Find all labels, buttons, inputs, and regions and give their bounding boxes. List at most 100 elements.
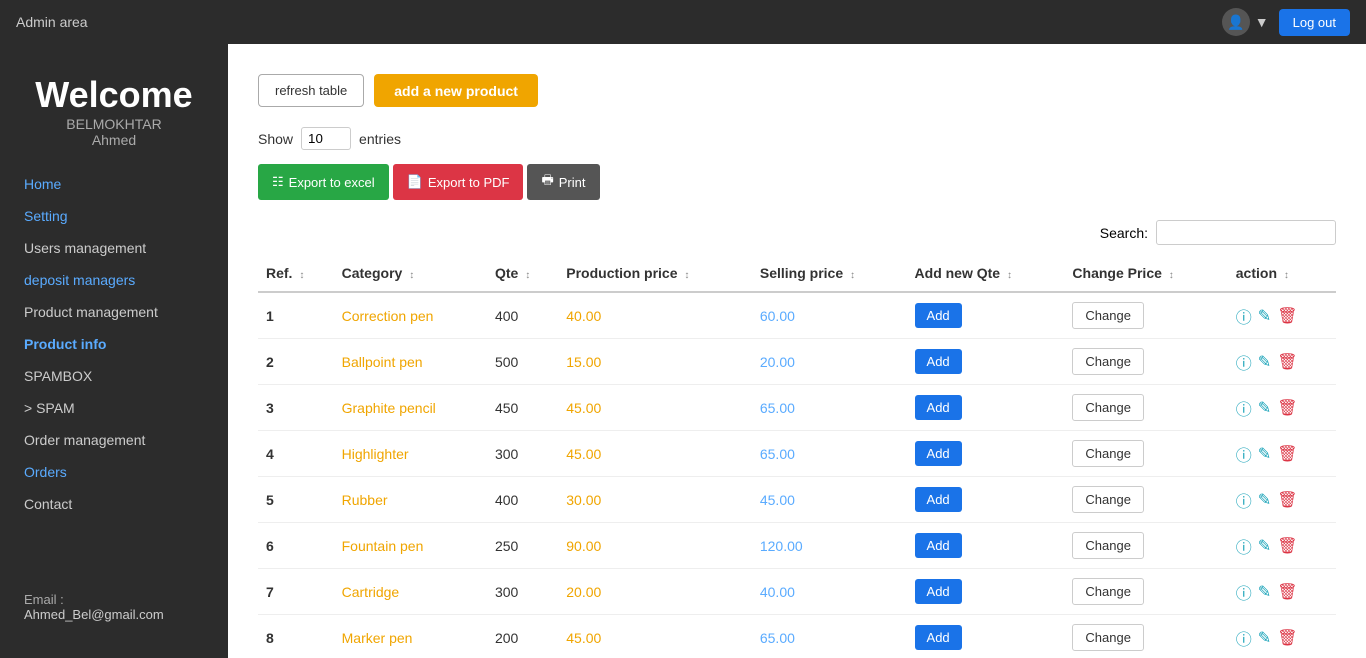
change-price-button[interactable]: Change: [1072, 486, 1144, 513]
refresh-table-button[interactable]: refresh table: [258, 74, 364, 107]
cell-action: ⓘ ✎ 🗑: [1228, 385, 1336, 431]
admin-area-title: Admin area: [16, 14, 88, 30]
cell-change-price: Change: [1064, 339, 1227, 385]
info-icon[interactable]: ⓘ: [1236, 350, 1252, 374]
info-icon[interactable]: ⓘ: [1236, 580, 1252, 604]
info-icon[interactable]: ⓘ: [1236, 396, 1252, 420]
col-add-qte: Add new Qte ↕: [907, 255, 1065, 292]
sidebar-item-deposit-managers[interactable]: deposit managers: [0, 264, 228, 296]
cell-qte: 450: [487, 385, 558, 431]
sort-ref-icon[interactable]: ↕: [299, 270, 304, 281]
cell-action: ⓘ ✎ 🗑: [1228, 431, 1336, 477]
change-price-button[interactable]: Change: [1072, 348, 1144, 375]
info-icon[interactable]: ⓘ: [1236, 304, 1252, 328]
change-price-button[interactable]: Change: [1072, 578, 1144, 605]
delete-icon[interactable]: 🗑: [1277, 536, 1297, 556]
change-price-button[interactable]: Change: [1072, 532, 1144, 559]
sort-prod-price-icon[interactable]: ↕: [684, 270, 689, 281]
edit-icon[interactable]: ✎: [1258, 352, 1271, 372]
add-product-button[interactable]: add a new product: [374, 74, 538, 107]
sort-add-qte-icon[interactable]: ↕: [1007, 270, 1012, 281]
cell-add-qte: Add: [907, 615, 1065, 658]
add-qty-button[interactable]: Add: [915, 533, 962, 558]
sort-qte-icon[interactable]: ↕: [525, 270, 530, 281]
col-prod-price: Production price ↕: [558, 255, 752, 292]
edit-icon[interactable]: ✎: [1258, 490, 1271, 510]
export-excel-button[interactable]: ☷ Export to excel: [258, 164, 389, 200]
delete-icon[interactable]: 🗑: [1277, 398, 1297, 418]
delete-icon[interactable]: 🗑: [1277, 306, 1297, 326]
email-value: Ahmed_Bel@gmail.com: [24, 607, 164, 622]
cell-change-price: Change: [1064, 615, 1227, 658]
edit-icon[interactable]: ✎: [1258, 582, 1271, 602]
sort-category-icon[interactable]: ↕: [409, 270, 414, 281]
email-label: Email :: [24, 592, 204, 607]
edit-icon[interactable]: ✎: [1258, 628, 1271, 648]
entries-input[interactable]: [301, 127, 351, 150]
sort-action-icon[interactable]: ↕: [1284, 270, 1289, 281]
col-change-price: Change Price ↕: [1064, 255, 1227, 292]
print-button[interactable]: 🖶 Print: [527, 164, 599, 200]
logout-button[interactable]: Log out: [1279, 9, 1350, 36]
cell-sell-price: 45.00: [752, 477, 907, 523]
add-qty-button[interactable]: Add: [915, 625, 962, 650]
sidebar-item-product-management: Product management: [0, 296, 228, 328]
search-input[interactable]: [1156, 220, 1336, 245]
change-price-button[interactable]: Change: [1072, 302, 1144, 329]
sidebar-item-spam: > SPAM: [0, 392, 228, 424]
delete-icon[interactable]: 🗑: [1277, 582, 1297, 602]
main-content: refresh table add a new product Show ent…: [228, 44, 1366, 658]
sidebar-item-setting[interactable]: Setting: [0, 200, 228, 232]
welcome-heading: Welcome: [20, 74, 208, 116]
edit-icon[interactable]: ✎: [1258, 444, 1271, 464]
cell-change-price: Change: [1064, 385, 1227, 431]
show-label: Show: [258, 131, 293, 147]
cell-change-price: Change: [1064, 569, 1227, 615]
sidebar-footer: Email : Ahmed_Bel@gmail.com: [0, 576, 228, 638]
add-qty-button[interactable]: Add: [915, 487, 962, 512]
cell-prod-price: 90.00: [558, 523, 752, 569]
cell-sell-price: 65.00: [752, 431, 907, 477]
table-row: 4 Highlighter 300 45.00 65.00 Add Change…: [258, 431, 1336, 477]
cell-qte: 200: [487, 615, 558, 658]
sidebar-item-order-management: Order management: [0, 424, 228, 456]
edit-icon[interactable]: ✎: [1258, 398, 1271, 418]
cell-action: ⓘ ✎ 🗑: [1228, 523, 1336, 569]
info-icon[interactable]: ⓘ: [1236, 534, 1252, 558]
table-row: 8 Marker pen 200 45.00 65.00 Add Change …: [258, 615, 1336, 658]
pdf-icon: 📄: [407, 174, 423, 190]
add-qty-button[interactable]: Add: [915, 579, 962, 604]
sidebar-item-home[interactable]: Home: [0, 168, 228, 200]
change-price-button[interactable]: Change: [1072, 624, 1144, 651]
user-menu[interactable]: 👤 ▼: [1222, 8, 1269, 36]
cell-qte: 400: [487, 292, 558, 339]
sort-change-price-icon[interactable]: ↕: [1169, 270, 1174, 281]
add-qty-button[interactable]: Add: [915, 303, 962, 328]
info-icon[interactable]: ⓘ: [1236, 442, 1252, 466]
export-pdf-button[interactable]: 📄 Export to PDF: [393, 164, 524, 200]
info-icon[interactable]: ⓘ: [1236, 488, 1252, 512]
sidebar-item-product-info[interactable]: Product info: [0, 328, 228, 360]
cell-prod-price: 30.00: [558, 477, 752, 523]
cell-ref: 8: [258, 615, 334, 658]
cell-prod-price: 15.00: [558, 339, 752, 385]
info-icon[interactable]: ⓘ: [1236, 626, 1252, 650]
add-qty-button[interactable]: Add: [915, 349, 962, 374]
sort-sell-price-icon[interactable]: ↕: [850, 270, 855, 281]
add-qty-button[interactable]: Add: [915, 395, 962, 420]
sidebar-item-orders[interactable]: Orders: [0, 456, 228, 488]
delete-icon[interactable]: 🗑: [1277, 628, 1297, 648]
sidebar: Welcome BELMOKHTAR Ahmed Home Setting Us…: [0, 44, 228, 658]
change-price-button[interactable]: Change: [1072, 440, 1144, 467]
delete-icon[interactable]: 🗑: [1277, 444, 1297, 464]
cell-category: Ballpoint pen: [334, 339, 487, 385]
search-label: Search:: [1100, 225, 1148, 241]
edit-icon[interactable]: ✎: [1258, 536, 1271, 556]
change-price-button[interactable]: Change: [1072, 394, 1144, 421]
delete-icon[interactable]: 🗑: [1277, 352, 1297, 372]
cell-add-qte: Add: [907, 569, 1065, 615]
add-qty-button[interactable]: Add: [915, 441, 962, 466]
edit-icon[interactable]: ✎: [1258, 306, 1271, 326]
delete-icon[interactable]: 🗑: [1277, 490, 1297, 510]
cell-add-qte: Add: [907, 385, 1065, 431]
